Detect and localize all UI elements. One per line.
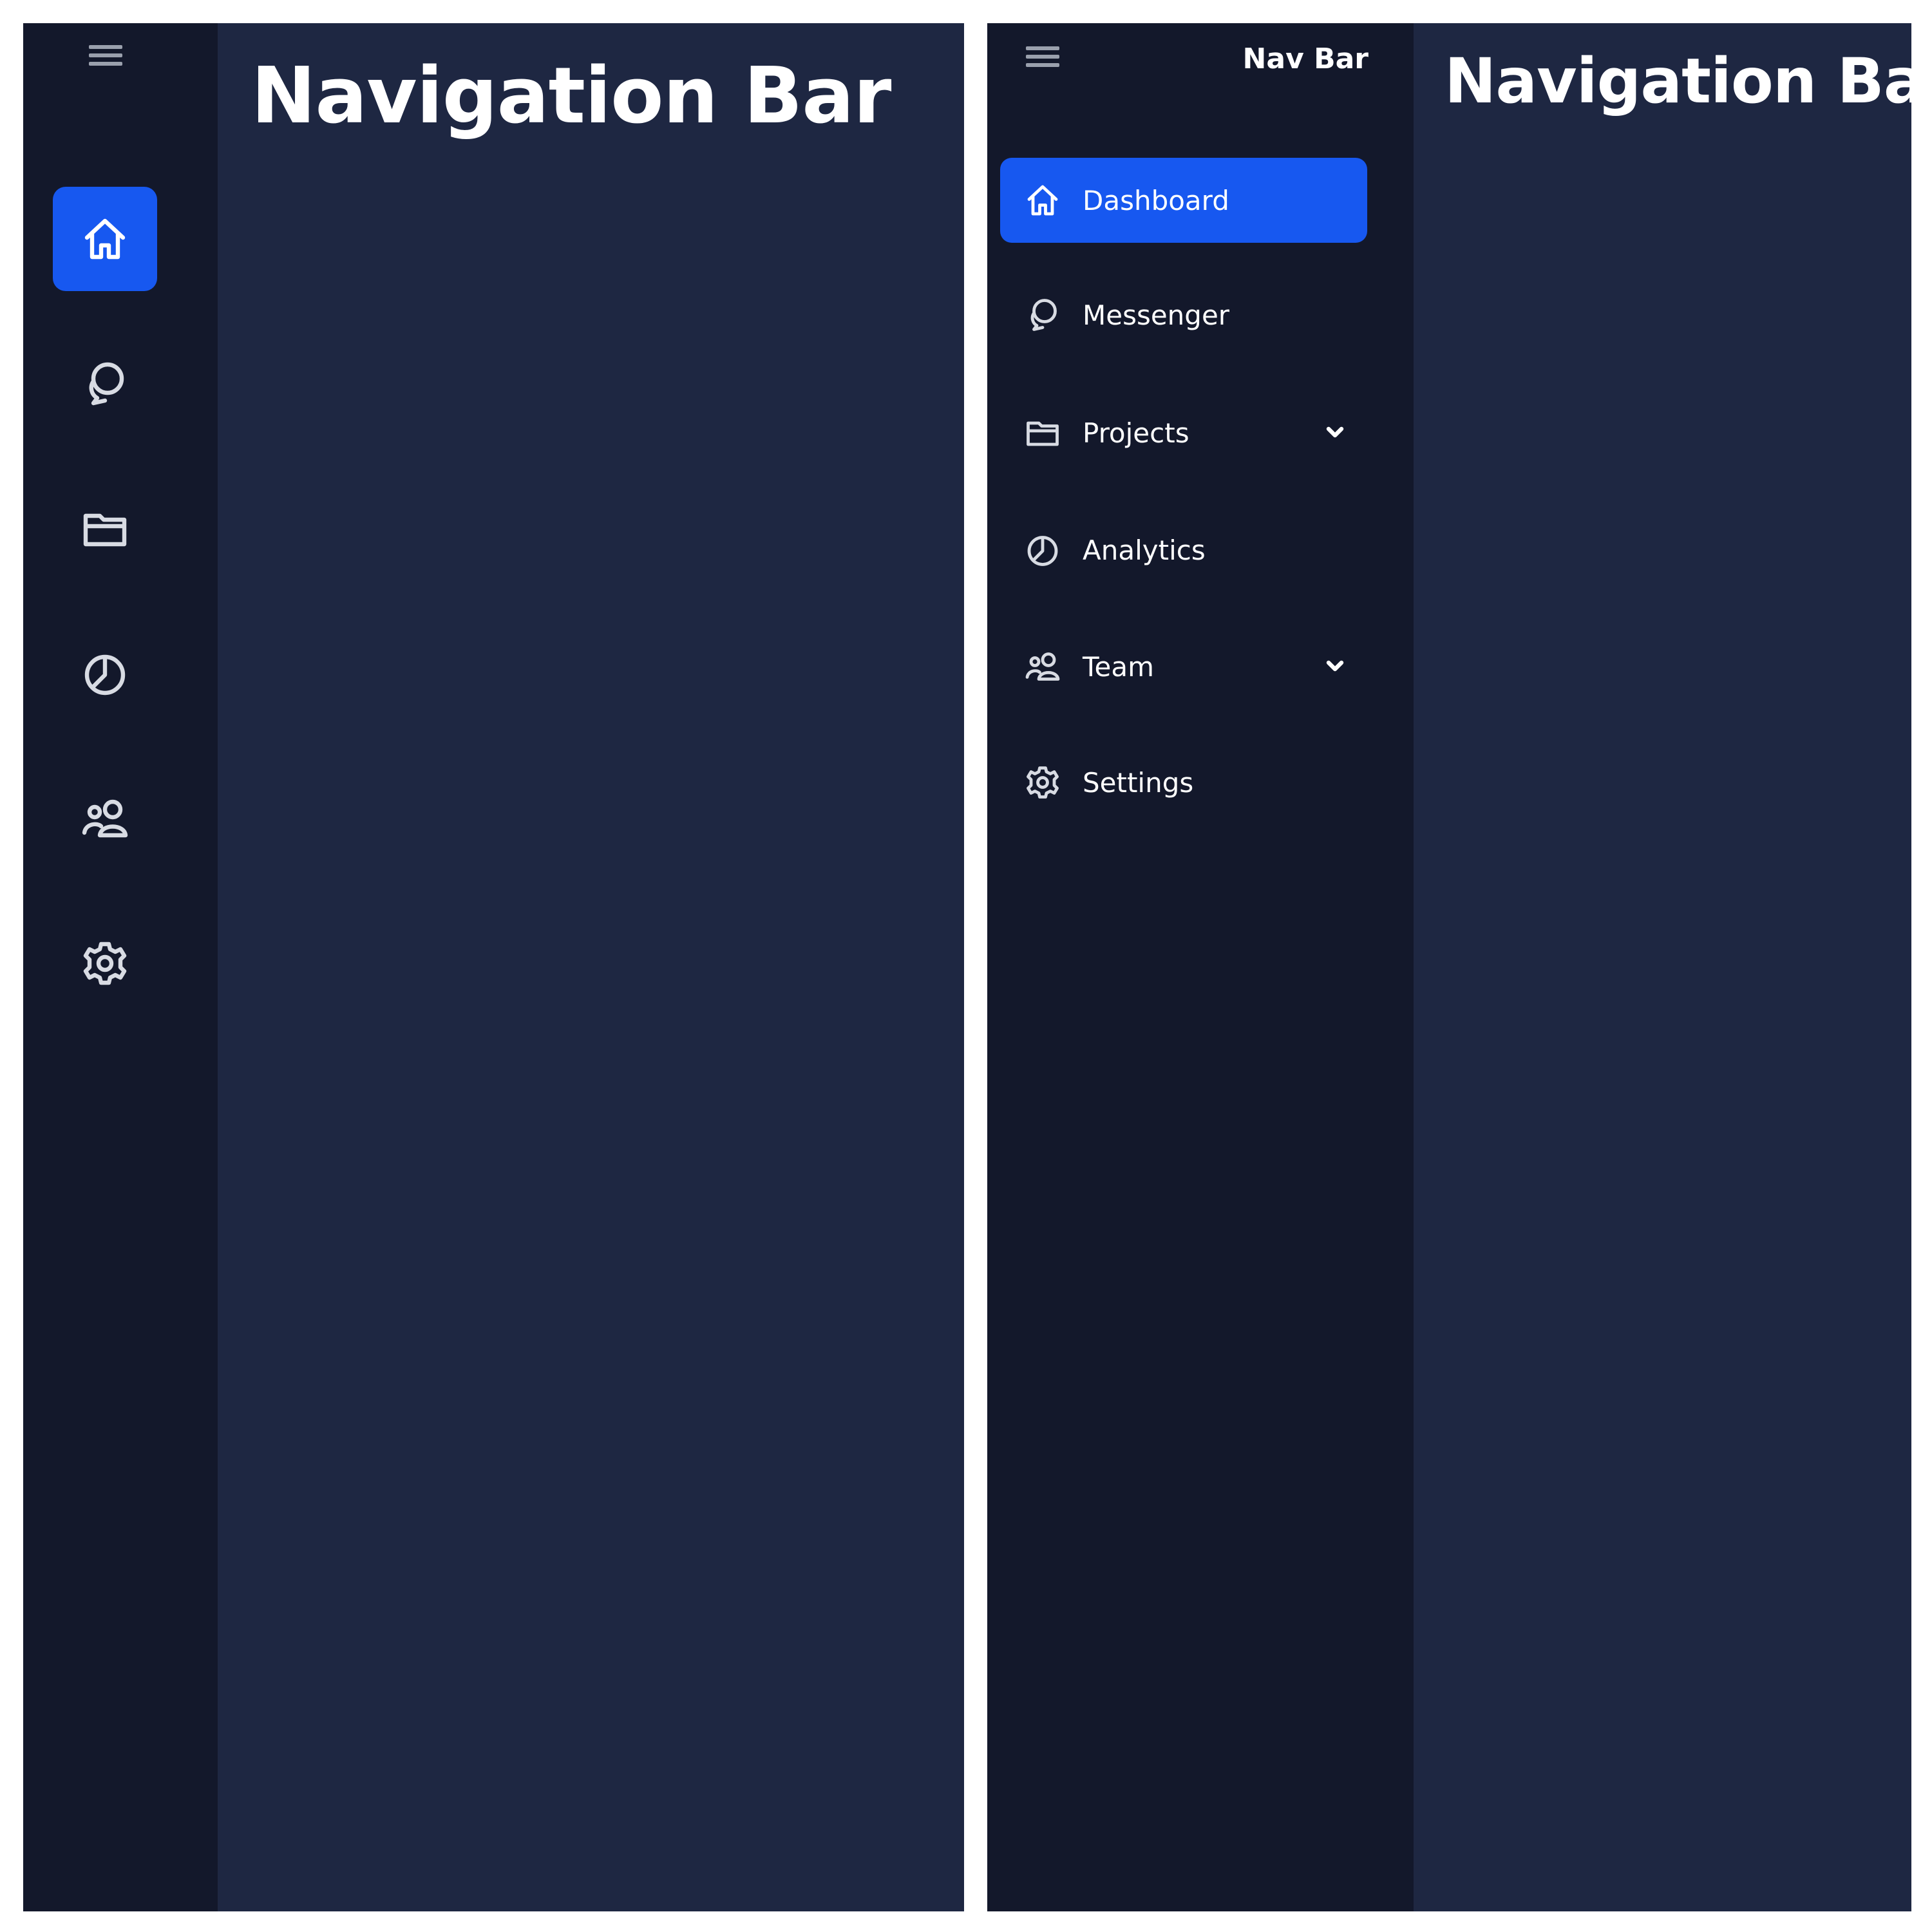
chevron-down-icon[interactable]: [1322, 654, 1348, 679]
folder-icon: [1027, 421, 1059, 446]
folder-icon: [83, 513, 127, 547]
expanded-nav-panel: Nav Bar Dashboard Messenger Projects Ana…: [987, 23, 1911, 1911]
nav-item-label: Projects: [1083, 417, 1189, 449]
nav-item-messenger[interactable]: [53, 332, 157, 436]
main-content: Navigation Bar: [1414, 23, 1911, 1911]
pie-chart-icon: [84, 654, 126, 696]
brand-title: Nav Bar: [1242, 43, 1368, 75]
team-icon: [1025, 652, 1060, 681]
nav-item-messenger[interactable]: Messenger: [1000, 272, 1367, 357]
gear-icon: [83, 942, 127, 985]
home-icon: [1027, 185, 1058, 216]
nav-item-team[interactable]: Team: [1000, 624, 1367, 709]
home-icon: [84, 218, 126, 260]
expanded-sidebar: Nav Bar Dashboard Messenger Projects Ana…: [987, 23, 1414, 1911]
chat-icon: [1030, 299, 1057, 331]
nav-item-label: Dashboard: [1083, 184, 1229, 216]
nav-item-label: Settings: [1083, 766, 1194, 799]
collapsed-sidebar: [23, 23, 218, 1911]
hamburger-icon[interactable]: [89, 45, 122, 71]
nav-item-projects[interactable]: Projects: [1000, 390, 1367, 475]
pie-chart-icon: [1027, 536, 1058, 566]
nav-item-analytics[interactable]: [53, 621, 157, 726]
page-title: Navigation Bar: [1444, 45, 1911, 117]
nav-item-label: Analytics: [1083, 534, 1206, 566]
team-icon: [82, 799, 128, 838]
chevron-down-icon[interactable]: [1322, 420, 1348, 446]
nav-item-projects[interactable]: [53, 477, 157, 581]
chat-icon: [89, 362, 124, 406]
nav-item-label: Team: [1083, 650, 1155, 683]
nav-item-settings[interactable]: Settings: [1000, 740, 1367, 825]
nav-item-analytics[interactable]: Analytics: [1000, 507, 1367, 592]
nav-item-label: Messenger: [1083, 299, 1230, 331]
page-title: Navigation Bar: [251, 52, 891, 141]
nav-item-settings[interactable]: [53, 911, 157, 1016]
hamburger-icon[interactable]: [1026, 46, 1059, 72]
collapsed-nav-panel: Navigation Bar: [23, 23, 964, 1911]
main-content: Navigation Bar: [218, 23, 964, 1911]
gear-icon: [1027, 766, 1059, 799]
nav-item-dashboard[interactable]: Dashboard: [1000, 158, 1367, 243]
nav-item-team[interactable]: [53, 766, 157, 871]
nav-item-dashboard[interactable]: [53, 187, 157, 291]
